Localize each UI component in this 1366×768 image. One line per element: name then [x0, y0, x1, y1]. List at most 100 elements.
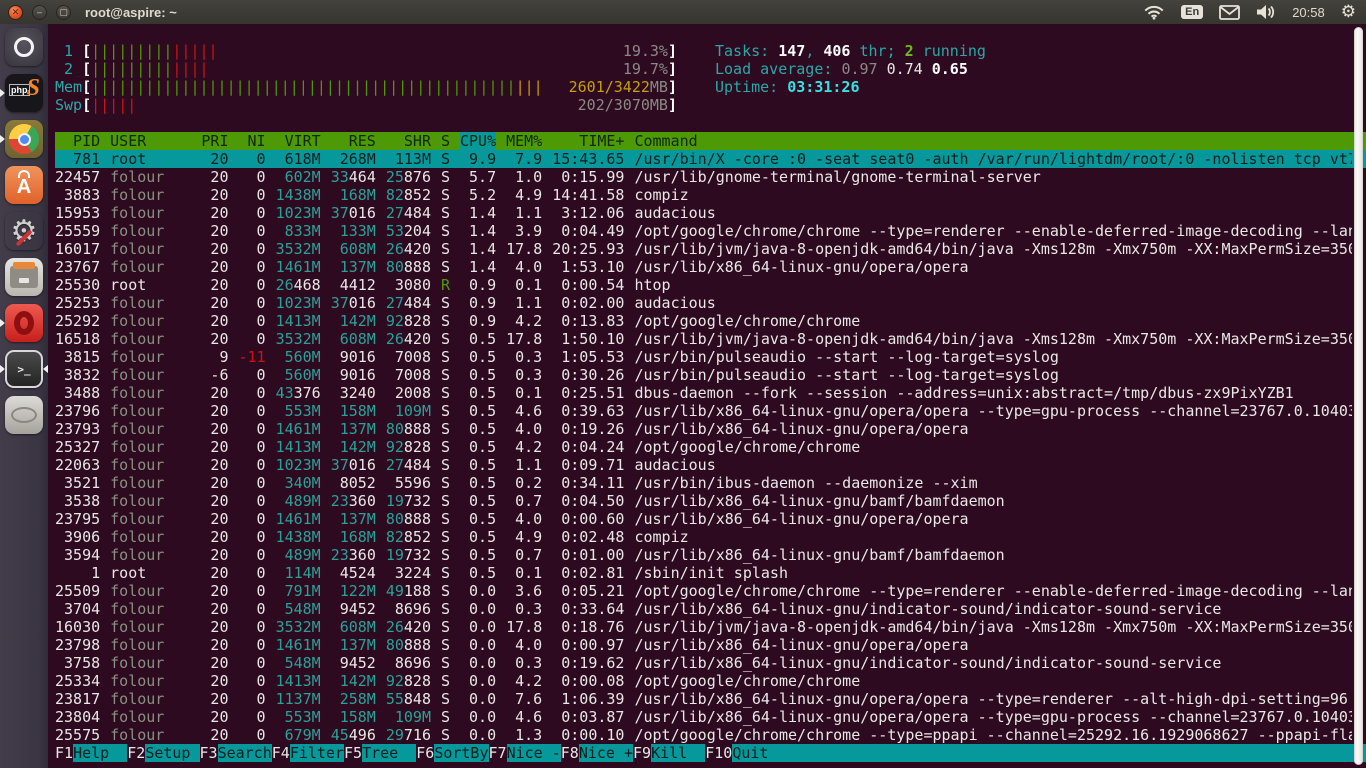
- fkey-label-search[interactable]: Search: [218, 744, 272, 762]
- fkey-f7[interactable]: F7: [489, 744, 507, 762]
- fkey-f9[interactable]: F9: [633, 744, 651, 762]
- launcher-item-chrome[interactable]: [0, 116, 48, 162]
- launcher-item-opera[interactable]: [0, 300, 48, 346]
- process-row[interactable]: 25253folour2001023M3701627484S0.91.10:02…: [55, 294, 1366, 312]
- fkey-f5[interactable]: F5: [344, 744, 362, 762]
- stats: Tasks: 147, 406 thr; 2 runningLoad avera…: [715, 42, 986, 114]
- column-header-pri[interactable]: PRI: [201, 132, 228, 150]
- process-row[interactable]: 3704folour200548M94528696S0.00.30:33.64/…: [55, 600, 1366, 618]
- launcher-item-phpstorm[interactable]: phpS: [0, 70, 48, 116]
- process-row[interactable]: 3906folour2001438M168M82852S0.54.90:02.4…: [55, 528, 1366, 546]
- launcher-item-system-settings[interactable]: ⚙: [0, 208, 48, 254]
- fkey-label-help[interactable]: Help: [73, 744, 127, 762]
- function-key-bar: F1Help F2Setup F3SearchF4FilterF5Tree F6…: [55, 744, 1366, 762]
- fkey-f3[interactable]: F3: [200, 744, 218, 762]
- launcher-item-disks[interactable]: [0, 392, 48, 438]
- fkey-label-tree[interactable]: Tree: [362, 744, 416, 762]
- process-row[interactable]: 3883folour2001438M168M82852S5.24.914:41.…: [55, 186, 1366, 204]
- table-body: 781root200618M268M113MS9.97.915:43.65/us…: [55, 150, 1366, 744]
- column-header-time[interactable]: TIME+: [552, 132, 624, 150]
- clock[interactable]: 20:58: [1292, 5, 1325, 20]
- column-header-shr[interactable]: SHR: [386, 132, 431, 150]
- column-header-pid[interactable]: PID: [55, 132, 100, 150]
- launcher-item-dash-home[interactable]: [0, 24, 48, 70]
- process-row[interactable]: 22063folour2001023M3701627484S0.51.10:09…: [55, 456, 1366, 474]
- table-header-row[interactable]: PID USER PRI NI VIRT RES SHR S CPU% MEM% TIME+ Comm…: [55, 132, 1366, 150]
- close-button[interactable]: ✕: [8, 5, 23, 20]
- fkey-f8[interactable]: F8: [561, 744, 579, 762]
- process-row[interactable]: 23798folour2001461M137M80888S0.04.00:00.…: [55, 636, 1366, 654]
- fkey-label-kill[interactable]: Kill: [651, 744, 705, 762]
- launcher-item-terminal[interactable]: >_: [0, 346, 48, 392]
- process-row[interactable]: 3538folour200489M2336019732S0.50.70:04.5…: [55, 492, 1366, 510]
- process-row[interactable]: 25292folour2001413M142M92828S0.94.20:13.…: [55, 312, 1366, 330]
- process-row[interactable]: 25334folour2001413M142M92828S0.04.20:00.…: [55, 672, 1366, 690]
- process-row[interactable]: 23804folour200553M158M109MS0.04.60:03.87…: [55, 708, 1366, 726]
- process-row[interactable]: 1root200114M45243224S0.50.10:02.81/sbin/…: [55, 564, 1366, 582]
- process-row[interactable]: 25327folour2001413M142M92828S0.54.20:04.…: [55, 438, 1366, 456]
- process-row[interactable]: 22457folour200602M3346425876S5.71.00:15.…: [55, 168, 1366, 186]
- software-center-icon: A: [5, 166, 43, 204]
- fkey-label-nice+[interactable]: Nice +: [579, 744, 633, 762]
- ubuntu-logo-icon: [14, 37, 34, 57]
- wifi-icon[interactable]: [1143, 4, 1165, 20]
- process-row[interactable]: 16030folour2003532M608M26420S0.017.80:18…: [55, 618, 1366, 636]
- launcher-item-software-center[interactable]: A: [0, 162, 48, 208]
- meter-2: 2 [|||||||||||||19.7%]: [55, 60, 677, 78]
- settings-gear-icon: ⚙: [5, 212, 43, 250]
- process-row[interactable]: 3832folour-60560M90167008S0.50.30:30.26/…: [55, 366, 1366, 384]
- focused-indicator-arrow: [43, 365, 48, 373]
- process-row[interactable]: 23796folour200553M158M109MS0.54.60:39.63…: [55, 402, 1366, 420]
- fkey-label-nice-[interactable]: Nice -: [507, 744, 561, 762]
- phpstorm-icon: phpS: [5, 74, 43, 112]
- process-row[interactable]: 25509folour200791M122M49188S0.03.60:05.2…: [55, 582, 1366, 600]
- fkey-f1[interactable]: F1: [55, 744, 73, 762]
- column-header-ni[interactable]: NI: [238, 132, 265, 150]
- column-header-command[interactable]: Command: [634, 132, 1352, 150]
- process-row[interactable]: 16017folour2003532M608M26420S1.417.820:2…: [55, 240, 1366, 258]
- fkey-f6[interactable]: F6: [416, 744, 434, 762]
- terminal-scrollbar[interactable]: [1354, 27, 1363, 765]
- maximize-button[interactable]: ▢: [56, 5, 71, 20]
- column-header-res[interactable]: RES: [331, 132, 376, 150]
- fkey-label-setup[interactable]: Setup: [145, 744, 199, 762]
- column-header-mem[interactable]: MEM%: [506, 132, 542, 150]
- column-header-s[interactable]: S: [441, 132, 450, 150]
- fkey-f2[interactable]: F2: [127, 744, 145, 762]
- process-row[interactable]: 3758folour200548M94528696S0.00.30:19.62/…: [55, 654, 1366, 672]
- process-row[interactable]: 3488folour2004337632402008S0.50.10:25.51…: [55, 384, 1366, 402]
- process-row[interactable]: 25559folour200833M133M53204S1.43.90:04.4…: [55, 222, 1366, 240]
- process-row[interactable]: 15953folour2001023M3701627484S1.41.13:12…: [55, 204, 1366, 222]
- column-header-cpu[interactable]: CPU%: [460, 132, 496, 150]
- process-row[interactable]: 781root200618M268M113MS9.97.915:43.65/us…: [55, 150, 1366, 168]
- column-header-user[interactable]: USER: [110, 132, 191, 150]
- gear-icon[interactable]: ⚙: [1341, 2, 1356, 22]
- fkey-label-filter[interactable]: Filter: [290, 744, 344, 762]
- process-row[interactable]: 23767folour2001461M137M80888S1.44.01:53.…: [55, 258, 1366, 276]
- process-row[interactable]: 25575folour200679M4549629716S0.01.30:00.…: [55, 726, 1366, 744]
- mail-icon[interactable]: [1219, 5, 1240, 20]
- keyboard-layout-badge[interactable]: En: [1181, 5, 1203, 19]
- top-panel: ✕ – ▢ root@aspire: ~ En: [0, 0, 1366, 24]
- process-row[interactable]: 3521folour200340M80525596S0.50.20:34.11/…: [55, 474, 1366, 492]
- process-row[interactable]: 3815folour9-11560M90167008S0.50.31:05.53…: [55, 348, 1366, 366]
- chrome-icon: [5, 120, 43, 158]
- fkey-f4[interactable]: F4: [272, 744, 290, 762]
- window-controls: ✕ – ▢: [0, 5, 71, 20]
- fkey-label-sortby[interactable]: SortBy: [434, 744, 488, 762]
- process-row[interactable]: 25530root2002646844123080R0.90.10:00.54h…: [55, 276, 1366, 294]
- terminal-window[interactable]: 1 [||||||||||||||19.3%] 2 [|||||||||||||…: [48, 24, 1366, 768]
- column-header-virt[interactable]: VIRT: [276, 132, 321, 150]
- launcher-item-file-archive[interactable]: [0, 254, 48, 300]
- volume-icon[interactable]: [1256, 4, 1276, 20]
- process-row[interactable]: 3594folour200489M2336019732S0.50.70:01.0…: [55, 546, 1366, 564]
- minimize-button[interactable]: –: [32, 5, 47, 20]
- fkey-f10[interactable]: F10: [705, 744, 732, 762]
- process-row[interactable]: 23793folour2001461M137M80888S0.54.00:19.…: [55, 420, 1366, 438]
- process-row[interactable]: 16518folour2003532M608M26420S0.517.81:50…: [55, 330, 1366, 348]
- fkey-label-quit[interactable]: Quit: [732, 744, 1366, 762]
- process-row[interactable]: 23817folour2001137M258M55848S0.07.61:06.…: [55, 690, 1366, 708]
- terminal-icon: >_: [5, 350, 43, 388]
- system-tray: En 20:58 ⚙: [1143, 2, 1366, 22]
- process-row[interactable]: 23795folour2001461M137M80888S0.54.00:00.…: [55, 510, 1366, 528]
